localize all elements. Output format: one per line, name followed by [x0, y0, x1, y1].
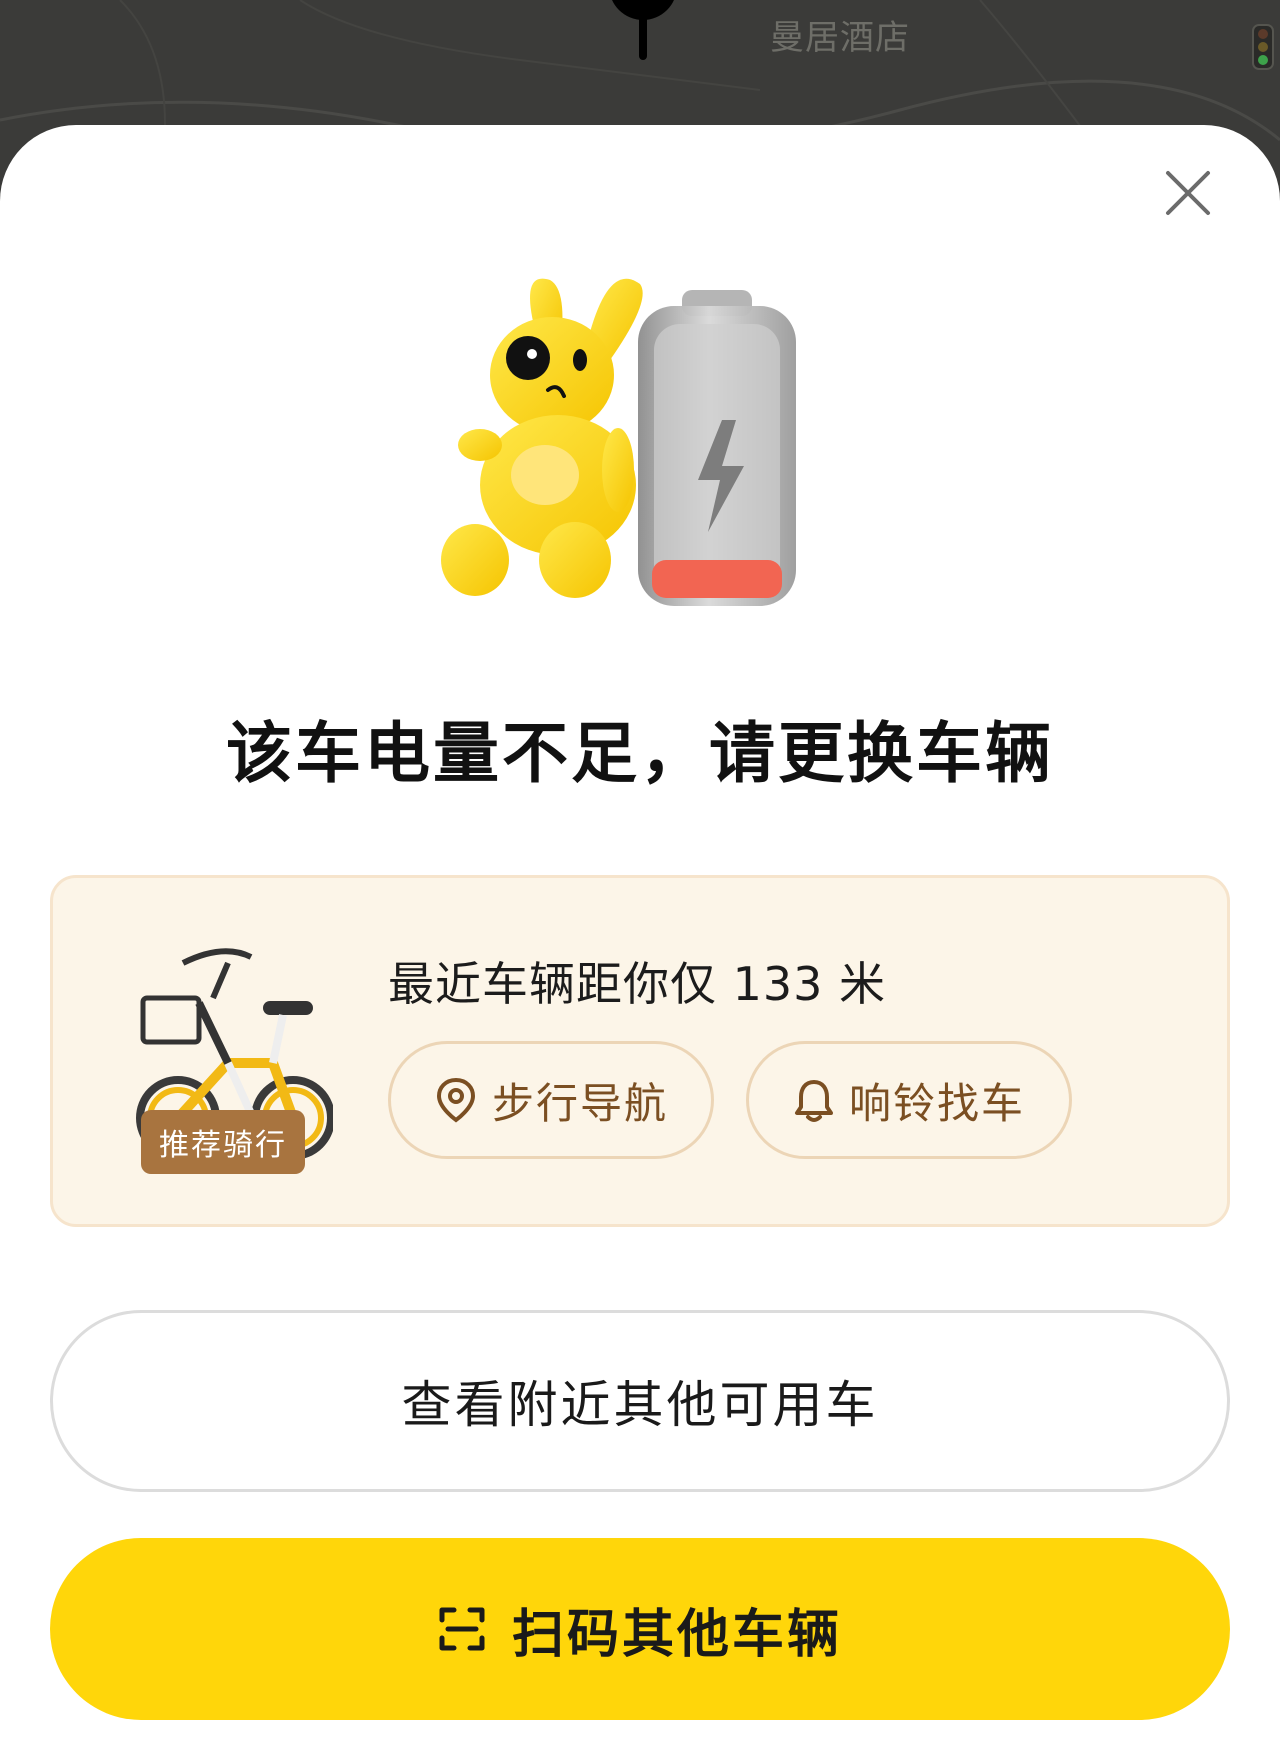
- scan-other-bike-button[interactable]: 扫码其他车辆: [50, 1538, 1230, 1720]
- bell-icon: [794, 1080, 833, 1122]
- battery-icon: [638, 290, 796, 606]
- map-marker-icon[interactable]: [605, 0, 681, 62]
- scan-icon: [439, 1607, 485, 1651]
- nearest-distance-text: 最近车辆距你仅 133 米: [388, 957, 887, 1011]
- low-battery-headline: 该车电量不足，请更换车辆: [226, 715, 1054, 792]
- recommend-ride-tag: 推荐骑行: [141, 1110, 305, 1174]
- scan-other-bike-label: 扫码其他车辆: [511, 1604, 842, 1665]
- low-battery-illustration: [441, 278, 796, 606]
- nearest-bike-card: 推荐骑行 最近车辆距你仅 133 米 步行导航 响铃找车: [50, 875, 1230, 1227]
- close-icon[interactable]: [1160, 165, 1216, 221]
- rabbit-mascot: [441, 278, 643, 598]
- walk-navigation-label: 步行导航: [491, 1078, 668, 1128]
- ring-bell-label: 响铃找车: [848, 1078, 1025, 1128]
- map-poi-label[interactable]: 曼居酒店: [770, 10, 910, 59]
- traffic-light-icon: [1252, 24, 1274, 70]
- walk-navigation-button[interactable]: 步行导航: [388, 1041, 714, 1159]
- view-nearby-bikes-label: 查看附近其他可用车: [401, 1376, 879, 1434]
- location-pin-icon: [436, 1077, 475, 1123]
- view-nearby-bikes-button[interactable]: 查看附近其他可用车: [50, 1310, 1230, 1492]
- ring-bell-button[interactable]: 响铃找车: [746, 1041, 1072, 1159]
